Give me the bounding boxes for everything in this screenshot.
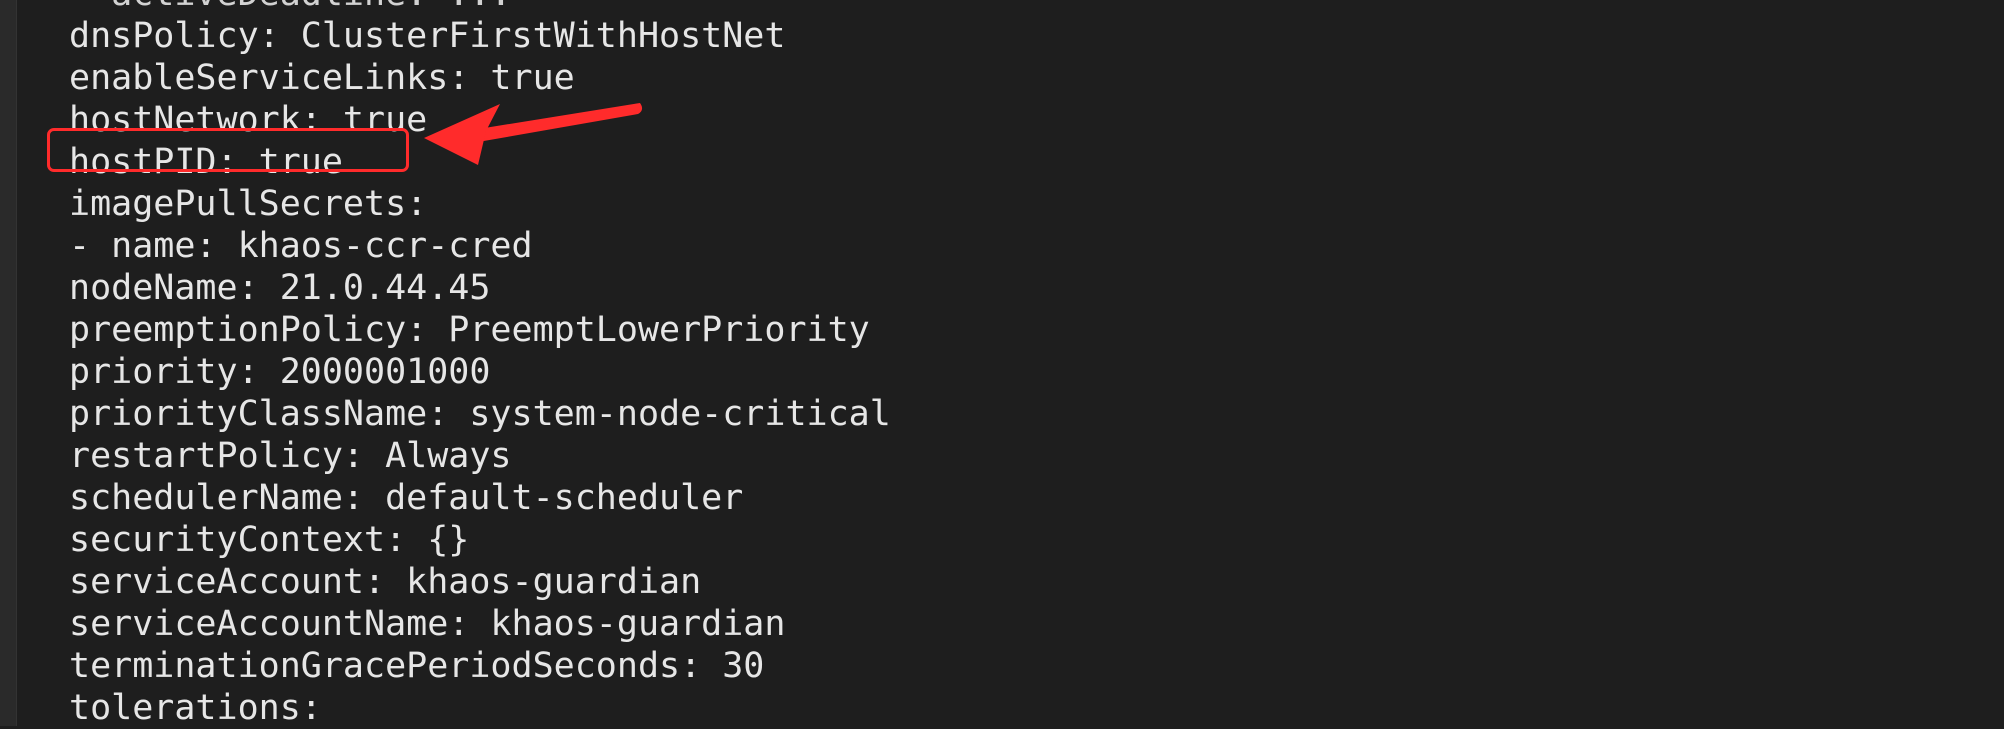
- arrow-shaft: [472, 103, 643, 142]
- annotation-arrow-icon: [424, 103, 643, 165]
